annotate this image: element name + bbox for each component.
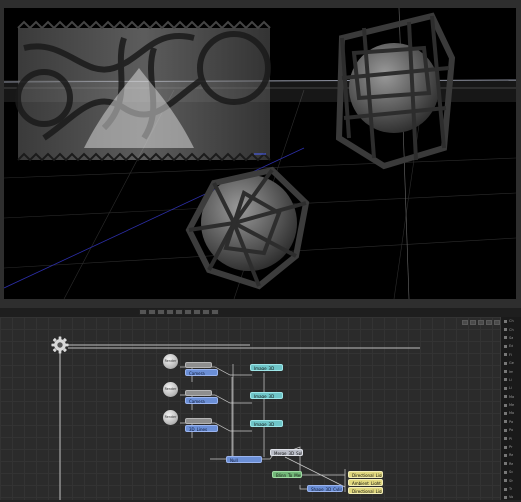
bullet-icon bbox=[504, 453, 507, 457]
bullet-icon bbox=[504, 328, 507, 332]
toolbar-button-icon[interactable] bbox=[157, 309, 165, 315]
flow-node-lines-header[interactable] bbox=[185, 418, 212, 424]
panel-item[interactable]: Tr bbox=[501, 485, 521, 493]
toolbar-button-icon[interactable] bbox=[139, 309, 147, 315]
toolbar-button-icon[interactable] bbox=[166, 309, 174, 315]
flow-node-material[interactable]: Blinn_To_Mesh bbox=[272, 471, 302, 478]
flow-node-image-3d[interactable]: Image_3D bbox=[250, 420, 283, 427]
panel-item[interactable]: Ma bbox=[501, 393, 521, 401]
flow-node-camera[interactable]: Camera bbox=[185, 397, 218, 404]
panel-item[interactable]: Li bbox=[501, 376, 521, 384]
panel-item[interactable]: Ch bbox=[501, 317, 521, 325]
bullet-icon bbox=[504, 336, 507, 340]
navigator-icon[interactable] bbox=[462, 320, 468, 325]
cage-object-right bbox=[335, 12, 456, 170]
panel-item[interactable]: Pr bbox=[501, 443, 521, 451]
panel-item[interactable]: Ch bbox=[501, 325, 521, 333]
node-flow-editor[interactable]: Render Render Render Camera Camera 3D_Li… bbox=[0, 317, 500, 500]
tools-side-panel: Ch Ch Sa Ed Fi Ge Im Li Li Ma Me Mo Pa P… bbox=[500, 317, 521, 500]
navigator-icon[interactable] bbox=[470, 320, 476, 325]
image-plane bbox=[15, 20, 271, 162]
navigator-icon[interactable] bbox=[486, 320, 492, 325]
render-node-bubble[interactable]: Render bbox=[163, 382, 178, 397]
node-wires bbox=[59, 344, 420, 500]
panel-item[interactable]: Ge bbox=[501, 359, 521, 367]
render-node-bubble[interactable]: Render bbox=[163, 354, 178, 369]
toolbar-button-icon[interactable] bbox=[211, 309, 219, 315]
flow-node-image-3d[interactable]: Image_3D bbox=[250, 364, 283, 371]
flow-node-camera[interactable]: Camera bbox=[185, 369, 218, 376]
bullet-icon bbox=[504, 495, 507, 499]
cage-object-center bbox=[185, 166, 310, 290]
flow-node-ambient-light[interactable]: Ambient_Light bbox=[348, 479, 383, 486]
flow-node-camera-header[interactable] bbox=[185, 390, 212, 396]
bullet-icon bbox=[504, 370, 507, 374]
toolbar-button-icon[interactable] bbox=[184, 309, 192, 315]
flow-node-camera-header[interactable] bbox=[185, 362, 212, 368]
bullet-icon bbox=[504, 479, 507, 483]
panel-item[interactable]: Me bbox=[501, 401, 521, 409]
panel-item[interactable]: Fi bbox=[501, 351, 521, 359]
bullet-icon bbox=[504, 470, 507, 474]
panel-item[interactable]: Im bbox=[501, 367, 521, 375]
toolbar-button-icon[interactable] bbox=[193, 309, 201, 315]
bullet-icon bbox=[504, 395, 507, 399]
bullet-icon bbox=[504, 428, 507, 432]
panel-item[interactable]: Sh bbox=[501, 476, 521, 484]
flow-navigator-controls bbox=[462, 320, 500, 325]
view-toolbar bbox=[139, 309, 219, 315]
panel-item[interactable]: Po bbox=[501, 426, 521, 434]
bullet-icon bbox=[504, 437, 507, 441]
flow-node-merge-sphere[interactable]: Merge_3D_Sphere bbox=[270, 449, 303, 456]
render-node-bubble[interactable]: Render bbox=[163, 410, 178, 425]
navigator-icon[interactable] bbox=[478, 320, 484, 325]
panel-item[interactable]: Sa bbox=[501, 334, 521, 342]
3d-viewport[interactable] bbox=[4, 8, 516, 299]
panel-item[interactable]: Vo bbox=[501, 493, 521, 501]
toolbar-button-icon[interactable] bbox=[148, 309, 156, 315]
panel-item[interactable]: Re bbox=[501, 460, 521, 468]
flow-node-3d-lines[interactable]: 3D_Lines bbox=[185, 425, 218, 432]
bullet-icon bbox=[504, 361, 507, 365]
viewport-scene bbox=[4, 8, 516, 299]
view-toolbar-strip bbox=[0, 308, 521, 317]
panel-item[interactable]: Li bbox=[501, 384, 521, 392]
flow-node-directional-light[interactable]: Directional_Light bbox=[348, 487, 383, 494]
flow-node-directional-light[interactable]: Directional_Light bbox=[348, 471, 383, 478]
bullet-icon bbox=[504, 411, 507, 415]
panel-item[interactable]: Pl bbox=[501, 434, 521, 442]
bullet-icon bbox=[504, 462, 507, 466]
panel-item[interactable]: Mo bbox=[501, 409, 521, 417]
viewport-frame bbox=[0, 0, 521, 308]
bullet-icon bbox=[504, 353, 507, 357]
toolbar-button-icon[interactable] bbox=[175, 309, 183, 315]
toolbar-button-icon[interactable] bbox=[202, 309, 210, 315]
gear-icon[interactable] bbox=[51, 336, 69, 354]
panel-item[interactable]: Pa bbox=[501, 418, 521, 426]
bullet-icon bbox=[504, 344, 507, 348]
bullet-icon bbox=[504, 319, 507, 323]
bullet-icon bbox=[504, 403, 507, 407]
panel-item[interactable]: Ed bbox=[501, 342, 521, 350]
panel-item[interactable]: Sc bbox=[501, 468, 521, 476]
bullet-icon bbox=[504, 420, 507, 424]
flow-node-image-3d[interactable]: Image_3D bbox=[250, 392, 283, 399]
flow-node-null[interactable]: Null bbox=[226, 456, 262, 463]
flow-node-cylinder[interactable]: Shape_3D_Cylinder bbox=[307, 485, 343, 492]
bullet-icon bbox=[504, 386, 507, 390]
panel-item[interactable]: Re bbox=[501, 451, 521, 459]
bullet-icon bbox=[504, 378, 507, 382]
bullet-icon bbox=[504, 445, 507, 449]
bullet-icon bbox=[504, 487, 507, 491]
